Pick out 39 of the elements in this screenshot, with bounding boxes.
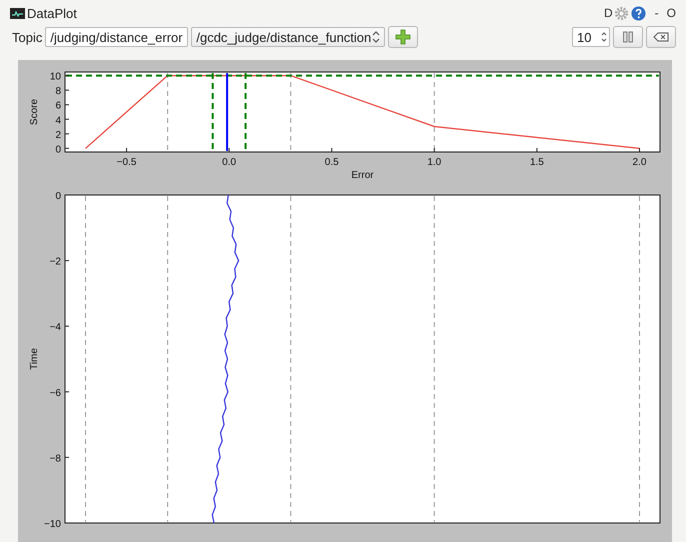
help-icon[interactable] bbox=[630, 6, 646, 20]
tick-label: 10 bbox=[50, 72, 61, 83]
topic-field[interactable]: /judging/distance_error bbox=[45, 27, 188, 47]
pause-icon bbox=[622, 31, 634, 43]
add-button[interactable] bbox=[388, 26, 418, 48]
axis-label: Time bbox=[29, 348, 40, 370]
dock-button[interactable]: D bbox=[604, 6, 613, 20]
tick-label: 1.5 bbox=[530, 157, 544, 168]
tick-label: −0.5 bbox=[116, 157, 136, 168]
function-dropdown[interactable]: /gcdc_judge/distance_function bbox=[191, 27, 386, 47]
tick-label: 2 bbox=[55, 130, 61, 141]
tick-label: 8 bbox=[55, 86, 61, 98]
tick-label: −4 bbox=[50, 322, 61, 334]
tick-label: 0 bbox=[55, 191, 61, 202]
backspace-icon bbox=[653, 32, 669, 42]
tick-label: 4 bbox=[55, 115, 61, 126]
tick-label: 0.0 bbox=[222, 157, 236, 168]
minimize-button[interactable]: - bbox=[654, 6, 659, 20]
tick-label: −8 bbox=[50, 453, 61, 464]
app-icon bbox=[10, 8, 25, 18]
tick-label: −6 bbox=[50, 388, 61, 399]
tick-label: 1.0 bbox=[427, 157, 442, 168]
tick-label: 0 bbox=[55, 144, 61, 156]
buffer-spinbox[interactable]: 10 bbox=[572, 27, 610, 47]
topic-label: Topic bbox=[12, 30, 42, 44]
tick-label: 6 bbox=[55, 100, 61, 112]
window-title: DataPlot bbox=[27, 6, 77, 20]
dropdown-arrows-icon bbox=[372, 30, 380, 44]
tick-label: 2.0 bbox=[632, 157, 646, 168]
spinner-arrows-icon[interactable] bbox=[600, 30, 608, 44]
clear-button[interactable] bbox=[646, 26, 676, 48]
axis-label: Score bbox=[29, 98, 40, 126]
plus-icon bbox=[395, 29, 412, 45]
axis-label: Error bbox=[351, 170, 374, 181]
tick-label: −10 bbox=[44, 519, 61, 530]
pause-button[interactable] bbox=[613, 26, 643, 48]
tick-label: −2 bbox=[50, 256, 61, 268]
close-button[interactable]: O bbox=[666, 6, 676, 20]
tick-label: 0.5 bbox=[324, 157, 339, 168]
